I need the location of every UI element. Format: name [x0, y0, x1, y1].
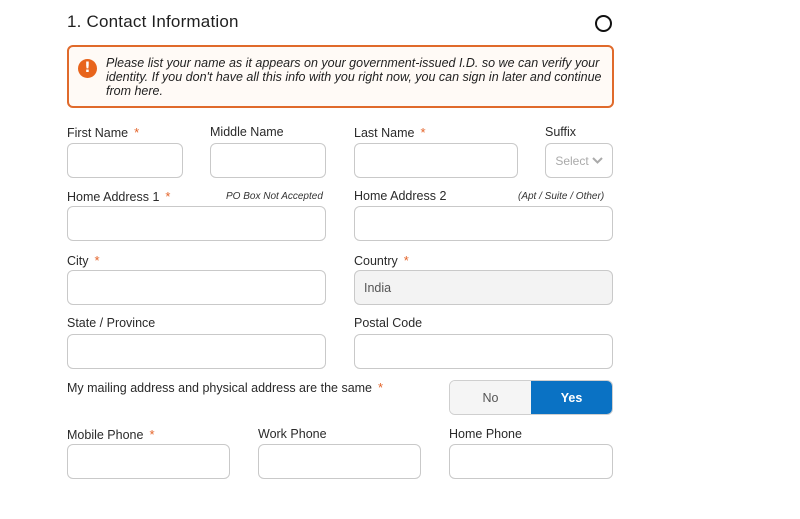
required-asterisk: * [94, 253, 100, 268]
suffix-select-placeholder: Select [555, 153, 589, 168]
postal-code-label: Postal Code [354, 316, 423, 330]
first-name-label: First Name * [67, 125, 140, 140]
mobile-phone-input[interactable] [67, 444, 230, 479]
last-name-input[interactable] [354, 143, 518, 178]
city-label: City * [67, 253, 100, 268]
toggle-no-button[interactable]: No [450, 381, 531, 414]
country-label: Country * [354, 253, 409, 268]
work-phone-input[interactable] [258, 444, 421, 479]
required-asterisk: * [134, 125, 140, 140]
chevron-down-icon [591, 157, 603, 164]
toggle-yes-button[interactable]: Yes [531, 381, 612, 414]
home-address-2-label: Home Address 2 [354, 189, 447, 203]
postal-code-input[interactable] [354, 334, 613, 369]
suffix-label: Suffix [545, 125, 577, 139]
work-phone-label: Work Phone [258, 427, 327, 441]
country-input[interactable] [354, 270, 613, 305]
last-name-label: Last Name * [354, 125, 426, 140]
po-box-note: PO Box Not Accepted [226, 191, 323, 202]
middle-name-label: Middle Name [210, 125, 284, 139]
alert-exclamation-icon: ! [78, 59, 97, 78]
section-title: 1. Contact Information [67, 12, 239, 31]
mailing-same-toggle: No Yes [449, 380, 613, 415]
required-asterisk: * [378, 380, 384, 395]
apt-suite-note: (Apt / Suite / Other) [518, 191, 605, 202]
suffix-select[interactable]: Select [545, 143, 613, 178]
required-asterisk: * [420, 125, 426, 140]
home-phone-label: Home Phone [449, 427, 522, 441]
city-input[interactable] [67, 270, 326, 305]
home-address-1-input[interactable] [67, 206, 326, 241]
alert-message: Please list your name as it appears on y… [106, 56, 602, 98]
mobile-phone-label: Mobile Phone * [67, 427, 155, 442]
home-phone-input[interactable] [449, 444, 613, 479]
home-address-2-input[interactable] [354, 206, 613, 241]
home-address-1-label: Home Address 1 * [67, 189, 171, 204]
required-asterisk: * [403, 253, 409, 268]
middle-name-input[interactable] [210, 143, 326, 178]
section-status-circle-icon [595, 15, 612, 32]
state-province-input[interactable] [67, 334, 326, 369]
required-asterisk: * [165, 189, 171, 204]
mailing-same-label: My mailing address and physical address … [67, 380, 384, 395]
first-name-input[interactable] [67, 143, 183, 178]
state-province-label: State / Province [67, 316, 156, 330]
required-asterisk: * [149, 427, 155, 442]
info-alert: ! Please list your name as it appears on… [67, 45, 614, 108]
